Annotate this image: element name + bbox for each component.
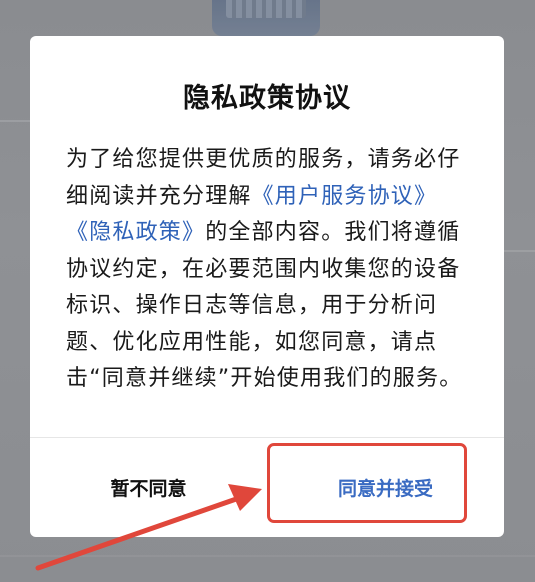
privacy-policy-dialog: 隐私政策协议 为了给您提供更优质的服务，请务必仔细阅读并充分理解《用户服务协议》… (30, 36, 504, 537)
dialog-body: 为了给您提供更优质的服务，请务必仔细阅读并充分理解《用户服务协议》《隐私政策》的… (66, 142, 470, 398)
privacy-policy-link[interactable]: 《隐私政策》 (66, 220, 205, 245)
dialog-title: 隐私政策协议 (183, 83, 351, 114)
body-text-suffix: 的全部内容。我们将遵循协议约定，在必要范围内收集您的设备标识、操作日志等信息，用… (66, 220, 463, 391)
user-agreement-link[interactable]: 《用户服务协议》 (252, 184, 438, 209)
accept-button[interactable]: 同意并接受 (267, 438, 504, 537)
decline-button-label: 暂不同意 (110, 478, 187, 500)
background-decoration (504, 250, 535, 252)
background-illustration (212, 0, 320, 36)
decline-button[interactable]: 暂不同意 (30, 438, 267, 537)
accept-button-label: 同意并接受 (337, 478, 433, 500)
background-decoration (0, 555, 535, 557)
background-decoration (0, 120, 30, 122)
